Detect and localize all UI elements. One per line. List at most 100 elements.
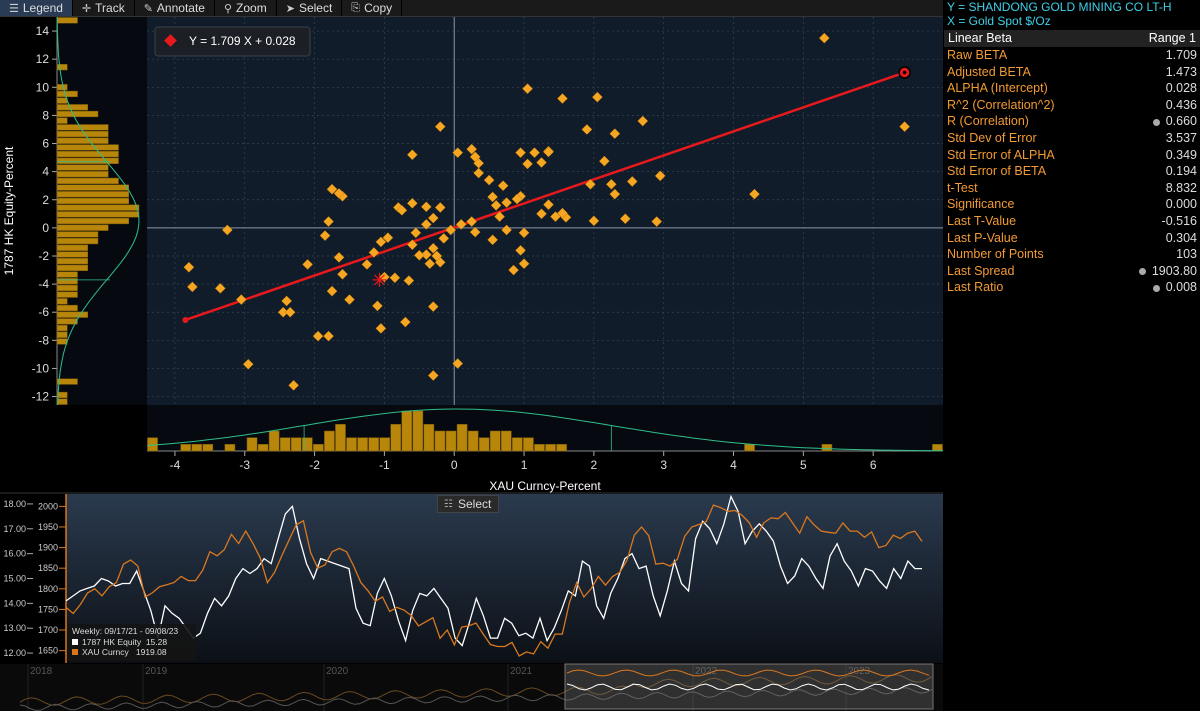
stat-label: Last T-Value: [947, 213, 1017, 228]
stat-value-wrap: 0.304: [1166, 230, 1197, 247]
stat-value-wrap: 0.028: [1166, 80, 1197, 97]
y-hist-bar: [56, 84, 68, 91]
right-tick-label: 1700: [38, 625, 58, 635]
stat-value: 1.473: [1165, 64, 1197, 79]
x-hist-bar: [246, 437, 258, 452]
line-legend: Weekly: 09/17/21 - 09/08/23 1787 HK Equi…: [68, 624, 196, 661]
stat-row[interactable]: Last P-Value 0.304: [944, 230, 1200, 247]
x-hist-bar: [556, 444, 567, 452]
right-tick-label: 1900: [38, 543, 58, 553]
stat-row[interactable]: t-Test 8.832: [944, 180, 1200, 197]
right-tick-label: 1950: [38, 522, 58, 532]
y-tick-label: 10: [36, 80, 50, 94]
y-hist-bar: [56, 171, 109, 178]
x-hist-bar: [434, 430, 446, 452]
navigator-year-label: 2020: [326, 666, 349, 677]
x-hist-bar: [180, 444, 191, 452]
legend-item-gold: XAU Curncy 1919.08: [72, 647, 192, 658]
x-hist-bar: [501, 430, 512, 452]
legend-item-equity: 1787 HK Equity 15.28: [72, 637, 192, 648]
y-tick-label: -4: [38, 277, 49, 291]
y-series-info: Y = SHANDONG GOLD MINING CO LT-H: [947, 0, 1172, 14]
y-tick-label: -8: [38, 333, 49, 347]
y-hist-bar: [56, 64, 68, 71]
y-tick-label: -6: [38, 305, 49, 319]
x-hist-bar: [324, 430, 335, 452]
right-tick-label: 1650: [38, 646, 58, 656]
right-tick-label: 1800: [38, 584, 58, 594]
stat-row[interactable]: R^2 (Correlation^2) 0.436: [944, 97, 1200, 114]
legend-gold-name: XAU Curncy: [82, 647, 129, 657]
stat-value: 0.028: [1165, 81, 1197, 96]
stat-row[interactable]: Std Error of ALPHA 0.349: [944, 147, 1200, 164]
chart-toggle-icon[interactable]: [1152, 118, 1160, 126]
stat-value-wrap: 8.832: [1166, 180, 1197, 197]
stat-row[interactable]: Std Error of BETA 0.194: [944, 163, 1200, 180]
stat-row[interactable]: Adjusted BETA 1.473: [944, 64, 1200, 81]
x-tick-label: 5: [800, 458, 807, 472]
stat-row[interactable]: Last T-Value -0.516: [944, 213, 1200, 230]
y-histogram-area: [57, 17, 147, 405]
y-hist-bar: [56, 217, 129, 225]
y-tick-label: -12: [32, 390, 50, 404]
x-hist-bar: [290, 437, 302, 452]
stat-value-wrap: 1.709: [1166, 47, 1197, 64]
x-hist-bar: [512, 437, 523, 452]
y-hist-bar: [56, 164, 109, 171]
stat-row[interactable]: Significance 0.000: [944, 196, 1200, 213]
x-tick-label: 2: [591, 458, 598, 472]
stat-row[interactable]: R (Correlation) 0.660: [944, 113, 1200, 130]
chart-toggle-icon[interactable]: [1152, 284, 1160, 292]
stat-value-wrap: 3.537: [1166, 130, 1197, 147]
y-hist-bar: [56, 204, 140, 211]
last-point-core: [902, 70, 907, 75]
y-hist-bar: [56, 238, 99, 245]
x-hist-bar: [191, 444, 203, 452]
stat-label: Last Spread: [947, 263, 1015, 278]
legend-swatch-gold: [72, 649, 78, 655]
y-hist-bar: [56, 338, 68, 345]
regression-start-dot: [182, 316, 189, 323]
left-tick-label: 13.00: [3, 623, 26, 633]
x-hist-bar: [147, 437, 158, 452]
stat-value: 0.008: [1165, 280, 1197, 295]
y-hist-bar: [56, 258, 88, 265]
y-tick-label: 2: [42, 193, 49, 207]
y-hist-bar: [56, 137, 109, 144]
stat-row[interactable]: Last Spread 1903.80: [944, 263, 1200, 280]
stat-row[interactable]: Last Ratio 0.008: [944, 279, 1200, 296]
x-series-info: X = Gold Spot $/Oz: [947, 14, 1051, 28]
y-hist-bar: [56, 90, 78, 98]
scatter-chart[interactable]: -4 -3 -2 -1 0 1 2 3 4 5 6-12-10-8-6-4-202468101214…: [0, 17, 943, 493]
stat-row[interactable]: Raw BETA 1.709: [944, 47, 1200, 64]
y-hist-bar: [56, 278, 78, 285]
legend-range: Weekly: 09/17/21 - 09/08/23: [72, 626, 179, 636]
x-tick-label: 4: [730, 458, 737, 472]
chart-toggle-icon[interactable]: [1138, 267, 1146, 275]
x-hist-bar: [202, 444, 214, 452]
x-tick-label: 3: [660, 458, 667, 472]
y-hist-bar: [56, 130, 109, 138]
right-tick-label: 2000: [38, 501, 58, 511]
stat-row[interactable]: Std Dev of Error 3.537: [944, 130, 1200, 147]
x-hist-bar: [534, 444, 545, 452]
y-tick-label: 12: [36, 52, 50, 66]
select-chip-button[interactable]: ☷ Select: [437, 495, 499, 513]
stat-value: 0.304: [1165, 230, 1197, 245]
y-hist-bar: [56, 271, 78, 278]
stat-row[interactable]: Number of Points 103: [944, 246, 1200, 263]
x-hist-bar: [821, 444, 833, 452]
stat-value: 1903.80: [1151, 263, 1197, 278]
y-hist-bar: [56, 144, 119, 151]
y-hist-bar: [56, 378, 78, 385]
x-hist-bar: [346, 437, 357, 452]
x-tick-label: 0: [451, 458, 458, 472]
stat-value: 0.349: [1165, 147, 1197, 162]
stat-value: 0.000: [1165, 197, 1197, 212]
x-hist-bar: [445, 430, 457, 452]
y-hist-bar: [56, 331, 68, 338]
navigator-year-label: 2018: [30, 666, 53, 677]
stat-row[interactable]: ALPHA (Intercept) 0.028: [944, 80, 1200, 97]
x-hist-bar: [489, 430, 501, 452]
time-navigator[interactable]: 201820192020202120222023: [0, 663, 943, 711]
